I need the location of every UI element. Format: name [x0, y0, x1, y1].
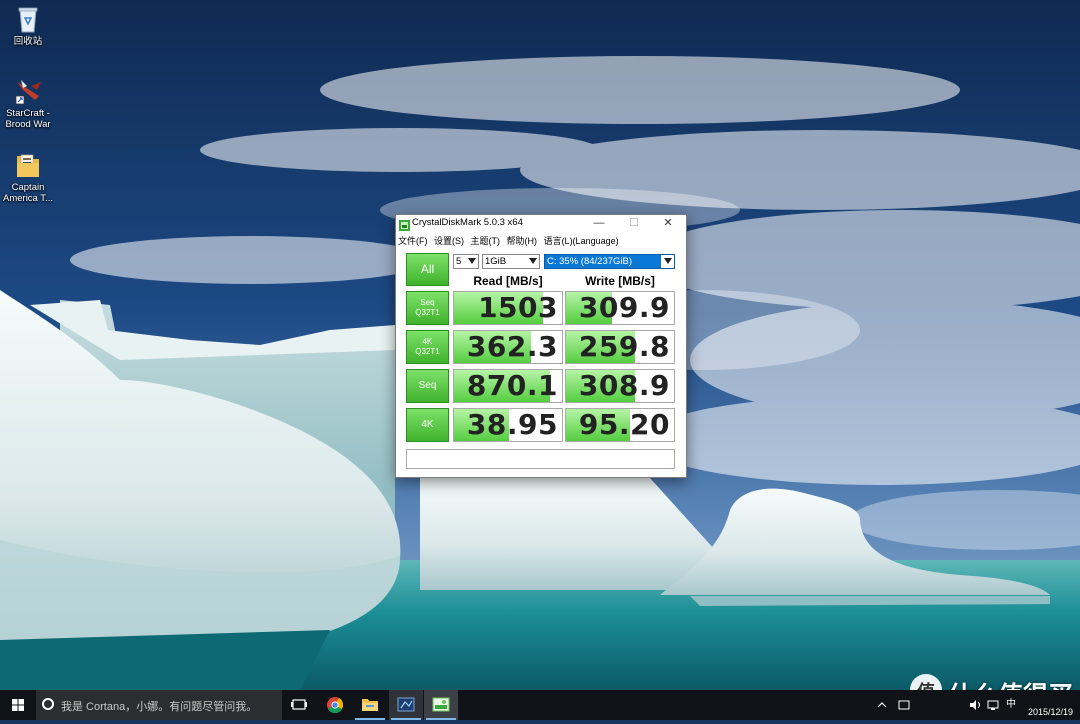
cortana-search-box[interactable]: 我是 Cortana，小娜。有问题尽管问我。 [36, 690, 282, 720]
app-icon [397, 697, 415, 712]
desktop-icon-label: Captain [11, 182, 45, 193]
taskbar: 我是 Cortana，小娜。有问题尽管问我。 中 2015/12/19 [0, 690, 1080, 720]
row-label-line2: Q32T1 [415, 347, 440, 356]
write-result-seq-q32t1: 309.9 [565, 291, 675, 325]
network-button[interactable] [986, 690, 1000, 720]
menu-theme[interactable]: 主题(T) [471, 236, 501, 246]
chevron-up-icon [877, 702, 887, 708]
test-size-value: 1GiB [485, 256, 507, 267]
read-column-header: Read [MB/s] [473, 274, 543, 288]
input-method-indicator[interactable]: 中 [1003, 690, 1019, 720]
write-result-4k-q32t1: 259.8 [565, 330, 675, 364]
chevron-down-icon [529, 258, 537, 264]
cortana-icon [42, 698, 54, 710]
file-explorer-button[interactable] [353, 690, 387, 720]
show-hidden-icons-button[interactable] [872, 690, 892, 720]
read-value: 362.3 [466, 330, 558, 363]
folder-icon [13, 150, 43, 180]
action-center-button[interactable] [895, 690, 913, 720]
menu-settings[interactable]: 设置(S) [434, 236, 464, 246]
menu-help[interactable]: 帮助(H) [507, 236, 538, 246]
crystaldiskmark-icon [432, 697, 450, 712]
crystaldiskmark-app-icon [399, 218, 410, 231]
write-column-header: Write [MB/s] [585, 274, 655, 288]
desktop-icon-captain-america[interactable]: Captain America T... [0, 150, 56, 204]
seq-button[interactable]: Seq [406, 369, 449, 403]
write-result-seq: 308.9 [565, 369, 675, 403]
menu-bar: 文件(F) 设置(S) 主题(T) 帮助(H) 语言(L)(Language) [398, 234, 623, 247]
desktop-icon-label: StarCraft - [6, 108, 50, 119]
read-value: 1503 [478, 291, 558, 324]
crystaldiskmark-window: CrystalDiskMark 5.0.3 x64 — ☐ ✕ 文件(F) 设置… [395, 214, 687, 478]
volume-button[interactable] [966, 690, 984, 720]
read-result-4k-q32t1: 362.3 [453, 330, 563, 364]
task-view-button[interactable] [282, 690, 316, 720]
taskbar-date[interactable]: 2015/12/19 [1028, 707, 1073, 717]
menu-file[interactable]: 文件(F) [398, 236, 428, 246]
row-label-line2: Q32T1 [415, 308, 440, 317]
network-icon [987, 700, 999, 710]
window-title: CrystalDiskMark 5.0.3 x64 [412, 217, 523, 228]
4k-button[interactable]: 4K [406, 408, 449, 442]
speaker-icon [970, 700, 980, 710]
write-result-4k: 95.20 [565, 408, 675, 442]
chrome-button[interactable] [318, 690, 352, 720]
windows-logo-icon [12, 699, 24, 711]
read-value: 38.95 [466, 408, 558, 441]
chrome-icon [327, 697, 344, 714]
read-result-seq-q32t1: 1503 [453, 291, 563, 325]
comment-input[interactable] [406, 449, 675, 469]
drive-select[interactable]: C: 35% (84/237GiB) [544, 254, 675, 269]
starcraft-icon [13, 76, 43, 106]
row-label-line1: Seq [420, 298, 435, 307]
desktop-icon-label: America T... [3, 193, 53, 204]
test-count-value: 5 [456, 256, 462, 267]
read-result-seq: 870.1 [453, 369, 563, 403]
chevron-down-icon [664, 258, 672, 264]
drive-value: C: 35% (84/237GiB) [547, 256, 633, 267]
recycle-bin-icon [13, 4, 43, 34]
write-value: 309.9 [578, 291, 670, 324]
task-view-icon [291, 699, 307, 710]
app-button[interactable] [389, 690, 423, 720]
desktop-icon-label: 回收站 [13, 36, 43, 47]
all-button[interactable]: All [406, 253, 449, 286]
4k-q32t1-button[interactable]: 4K Q32T1 [406, 330, 449, 364]
read-value: 870.1 [466, 369, 558, 402]
desktop-icon-starcraft[interactable]: StarCraft - Brood War [0, 76, 56, 130]
chevron-down-icon [468, 258, 476, 264]
minimize-button[interactable]: — [582, 215, 616, 232]
desktop-icon-label: Brood War [5, 119, 51, 130]
test-count-select[interactable]: 5 [453, 254, 479, 269]
write-value: 308.9 [578, 369, 670, 402]
file-explorer-icon [362, 699, 378, 711]
row-label-line1: 4K [422, 337, 433, 346]
crystaldiskmark-taskbar-button[interactable] [424, 690, 458, 720]
close-button[interactable]: ✕ [651, 215, 685, 232]
write-value: 95.20 [578, 408, 670, 441]
notification-icon [898, 700, 910, 710]
cortana-placeholder: 我是 Cortana，小娜。有问题尽管问我。 [61, 701, 258, 713]
write-value: 259.8 [578, 330, 670, 363]
test-size-select[interactable]: 1GiB [482, 254, 540, 269]
desktop-icon-recycle-bin[interactable]: 回收站 [0, 4, 56, 47]
start-button[interactable] [0, 690, 36, 720]
maximize-button[interactable]: ☐ [617, 215, 651, 232]
menu-language[interactable]: 语言(L)(Language) [544, 236, 619, 246]
title-bar[interactable]: CrystalDiskMark 5.0.3 x64 — ☐ ✕ [396, 215, 686, 232]
seq-q32t1-button[interactable]: Seq Q32T1 [406, 291, 449, 325]
read-result-4k: 38.95 [453, 408, 563, 442]
